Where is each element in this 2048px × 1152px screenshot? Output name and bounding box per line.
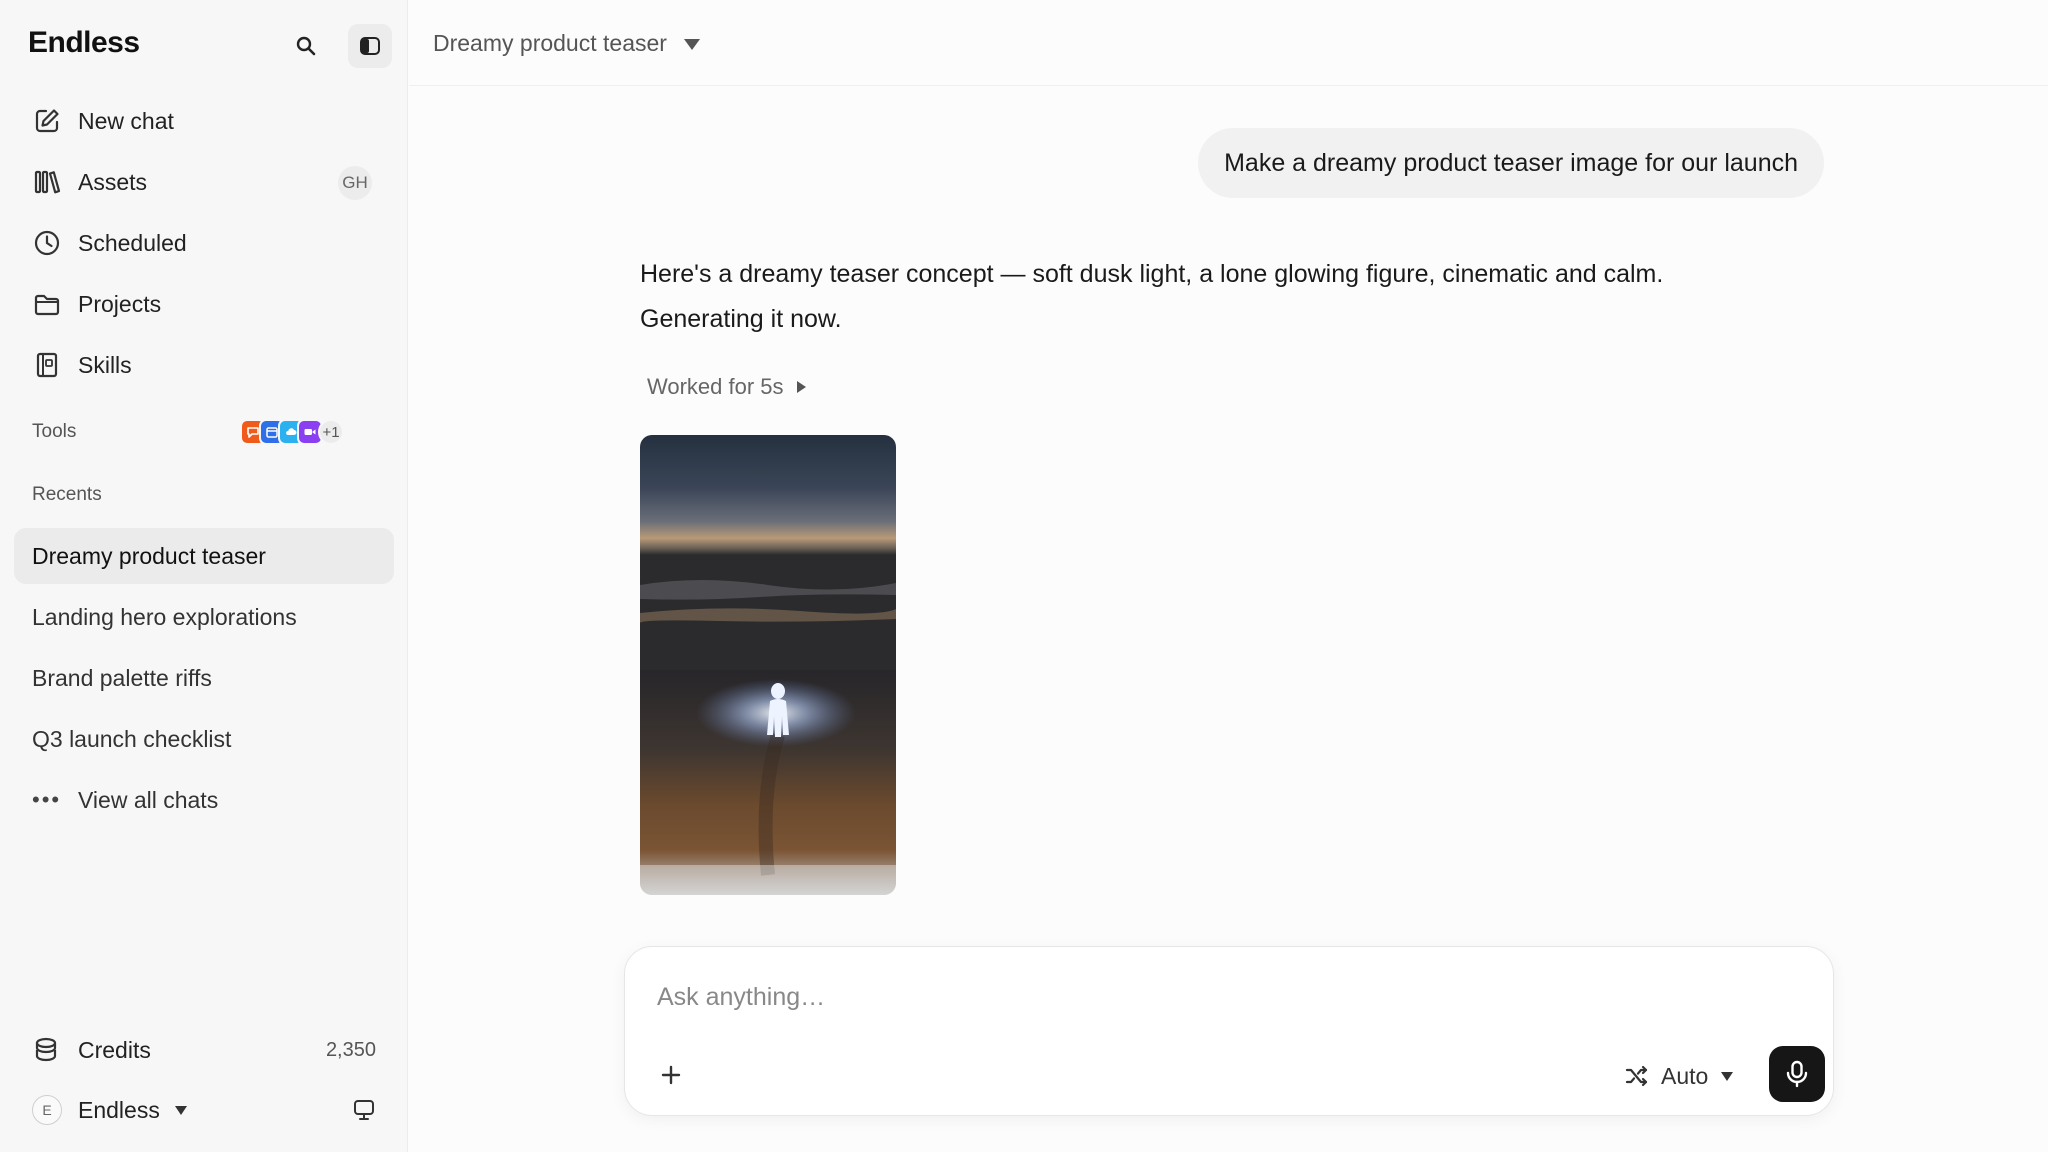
- add-attachment-button[interactable]: [653, 1057, 689, 1093]
- model-label: Auto: [1661, 1062, 1709, 1089]
- sidebar: Endless New chat Assets GH Scheduled Pro…: [0, 0, 408, 1152]
- assistant-text-line: Generating it now.: [640, 305, 842, 333]
- recent-chat-item[interactable]: Brand palette riffs: [14, 650, 394, 706]
- nav-new-chat[interactable]: New chat: [14, 93, 394, 149]
- recent-chat-item[interactable]: Dreamy product teaser: [14, 528, 394, 584]
- sidebar-toggle-button[interactable]: [348, 24, 392, 68]
- nav-label: New chat: [78, 107, 174, 134]
- caret-down-icon: [174, 1104, 188, 1116]
- edit-icon: [32, 106, 62, 136]
- workspace-name: Endless: [78, 1096, 160, 1123]
- recent-chat-label: Landing hero explorations: [32, 603, 297, 630]
- shuffle-icon: [1625, 1065, 1649, 1087]
- view-all-chats-link[interactable]: ••• View all chats: [14, 772, 394, 828]
- library-icon: [32, 167, 62, 197]
- assistant-message: Here's a dreamy teaser concept — soft du…: [640, 252, 1820, 342]
- microphone-icon: [1786, 1060, 1808, 1088]
- model-selector[interactable]: Auto: [1625, 1059, 1734, 1093]
- message-input[interactable]: [657, 977, 1797, 1017]
- voice-input-button[interactable]: [1769, 1046, 1825, 1102]
- caret-down-icon: [1720, 1070, 1734, 1082]
- recent-chat-item[interactable]: Q3 launch checklist: [14, 711, 394, 767]
- more-dots-icon: •••: [32, 787, 62, 812]
- chat-header: Dreamy product teaser: [409, 0, 2048, 86]
- tools-extra-count: +1: [318, 419, 344, 445]
- workspace-switcher[interactable]: E Endless: [14, 1082, 394, 1138]
- user-message-text: Make a dreamy product teaser image for o…: [1224, 148, 1798, 177]
- nav-projects[interactable]: Projects: [14, 276, 394, 332]
- clock-icon: [32, 228, 62, 258]
- main-panel: Dreamy product teaser Make a dreamy prod…: [409, 0, 2048, 1152]
- assistant-text-line: Here's a dreamy teaser concept — soft du…: [640, 260, 1664, 288]
- nav-skills[interactable]: Skills: [14, 337, 394, 393]
- view-all-label: View all chats: [78, 786, 219, 813]
- credits-value: 2,350: [325, 1038, 376, 1061]
- credits-item[interactable]: Credits 2,350: [14, 1022, 394, 1078]
- worked-label: Worked for 5s: [647, 374, 784, 399]
- nav-label: Assets: [78, 168, 148, 195]
- sidebar-toggle-icon: [360, 37, 380, 55]
- caret-down-icon: [683, 37, 701, 51]
- generated-image[interactable]: [640, 435, 896, 895]
- nav-label: Projects: [78, 290, 162, 317]
- monitor-icon[interactable]: [352, 1098, 376, 1122]
- chat-title: Dreamy product teaser: [433, 30, 667, 56]
- nav-label: Scheduled: [78, 229, 187, 256]
- tools-label: Tools: [32, 421, 77, 442]
- tools-integrations[interactable]: +1: [240, 418, 344, 446]
- search-button[interactable]: [284, 24, 328, 68]
- recent-chat-label: Dreamy product teaser: [32, 542, 266, 569]
- nav-assets[interactable]: Assets GH: [14, 154, 394, 210]
- recents-label: Recents: [32, 484, 102, 505]
- folder-icon: [32, 289, 62, 319]
- recent-chat-label: Q3 launch checklist: [32, 725, 232, 752]
- play-triangle-icon: [796, 380, 807, 394]
- composer: Auto: [624, 946, 1834, 1116]
- user-message-bubble: Make a dreamy product teaser image for o…: [1198, 128, 1824, 198]
- brand-logo: Endless: [28, 26, 140, 59]
- nav-label: Skills: [78, 351, 132, 378]
- chat-title-dropdown[interactable]: Dreamy product teaser: [433, 30, 701, 57]
- recent-chat-label: Brand palette riffs: [32, 664, 212, 691]
- account-badge[interactable]: GH: [338, 166, 372, 200]
- workspace-avatar: E: [32, 1095, 62, 1125]
- search-icon: [296, 36, 316, 56]
- recent-chat-item[interactable]: Landing hero explorations: [14, 589, 394, 645]
- book-icon: [32, 350, 62, 380]
- nav-scheduled[interactable]: Scheduled: [14, 215, 394, 271]
- coins-icon: [32, 1036, 62, 1064]
- plus-icon: [661, 1065, 681, 1085]
- worked-for-toggle[interactable]: Worked for 5s: [647, 374, 807, 400]
- credits-label: Credits: [78, 1036, 151, 1063]
